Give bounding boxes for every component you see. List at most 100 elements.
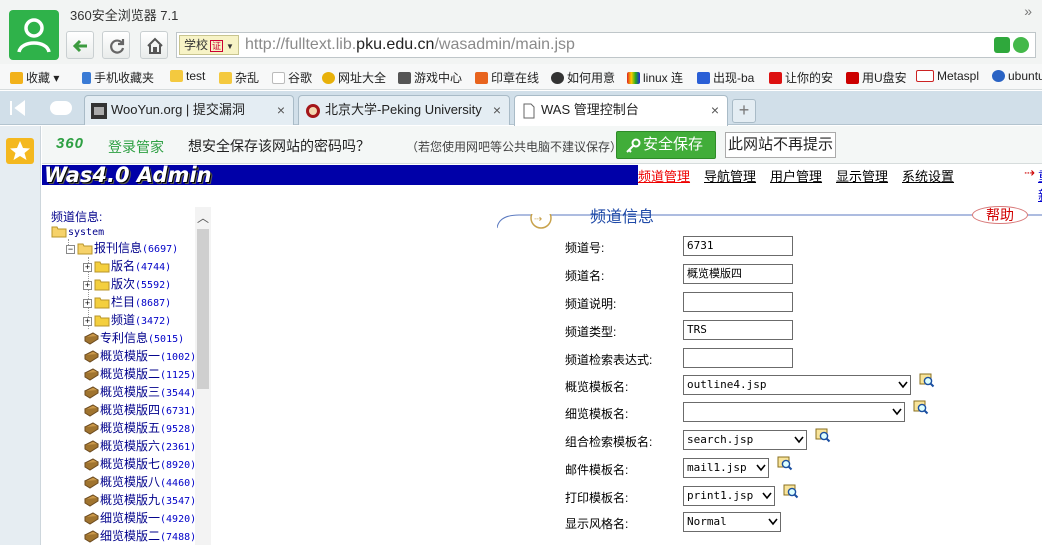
tree-child[interactable]: + 栏目(8687) xyxy=(83,293,171,311)
expand-icon[interactable]: + xyxy=(83,263,92,272)
tree-item[interactable]: 概览模版二(1125) xyxy=(83,365,196,383)
field-label: 概览模板名: xyxy=(565,380,629,394)
search-template-select[interactable]: search.jsp xyxy=(683,430,807,450)
magnifier-icon[interactable] xyxy=(919,373,935,389)
close-icon[interactable]: × xyxy=(277,96,285,124)
home-button[interactable] xyxy=(140,31,168,59)
hac-icon xyxy=(916,70,934,82)
tree-item[interactable]: 概览模版四(6731) xyxy=(83,401,196,419)
close-icon[interactable]: × xyxy=(711,96,719,124)
help-button[interactable]: 帮助 xyxy=(972,206,1028,224)
browser-logo xyxy=(9,10,59,60)
share-icon[interactable] xyxy=(994,37,1010,53)
menu-reload[interactable]: 重新 xyxy=(1038,166,1042,204)
field-label: 频道号: xyxy=(565,241,605,255)
tree-child[interactable]: + 频道(3472) xyxy=(83,311,171,329)
security-zone-badge[interactable]: 学校证 ▼ xyxy=(179,35,239,55)
password-manager-bar: 360 登录管家 想安全保存该网站的密码吗？ （若您使用网吧等公共电脑不建议保存… xyxy=(42,126,1042,164)
tab-was-admin[interactable]: WAS 管理控制台 × xyxy=(514,95,728,126)
bookmark-google[interactable]: 谷歌 xyxy=(272,69,312,86)
tree-group-journal[interactable]: − 报刊信息(6697) xyxy=(66,239,178,257)
menu-display-management[interactable]: 显示管理 xyxy=(836,166,888,185)
print-template-select[interactable]: print1.jsp xyxy=(683,486,775,506)
menu-channel-management[interactable]: 频道管理 xyxy=(638,166,690,185)
channel-name-input[interactable]: 概览模版四 xyxy=(683,264,793,284)
bookmark-howto[interactable]: 如何用意 xyxy=(551,69,615,86)
certificate-icon: 证 xyxy=(210,40,224,52)
new-tab-button[interactable]: + xyxy=(732,99,756,123)
tree-item[interactable]: 概览模版八(4460) xyxy=(83,473,196,491)
magnifier-icon[interactable] xyxy=(815,428,831,444)
pw-note: （若您使用网吧等公共电脑不建议保存） xyxy=(406,140,623,154)
mail-template-select[interactable]: mail1.jsp xyxy=(683,458,769,478)
tree-root-system[interactable]: system xyxy=(51,222,104,240)
tree-child[interactable]: + 版名(4744) xyxy=(83,257,171,275)
scrollbar-thumb[interactable] xyxy=(197,229,209,389)
channel-query-input[interactable] xyxy=(683,348,793,368)
tree-scrollbar[interactable] xyxy=(195,207,211,545)
cloud-icon[interactable] xyxy=(50,101,72,115)
bookmark-metasploit[interactable]: Metaspl xyxy=(916,69,979,83)
bookmark-misc[interactable]: 杂乱 xyxy=(219,69,259,86)
pku-favicon-icon xyxy=(306,104,320,118)
channel-id-input[interactable]: 6731 xyxy=(683,236,793,256)
menu-system-settings[interactable]: 系统设置 xyxy=(902,166,954,185)
tree-item[interactable]: 概览模版五(9528) xyxy=(83,419,196,437)
page-icon xyxy=(272,72,285,84)
was-header: Was4.0 Admin 频道管理 导航管理 用户管理 显示管理 系统设置 ⇢ … xyxy=(42,163,1042,203)
bookmark-baidu[interactable]: 出现-ba xyxy=(697,69,754,86)
close-icon[interactable]: × xyxy=(493,96,501,124)
tree-item[interactable]: 细览模版二(7488) xyxy=(83,527,196,545)
detail-template-select[interactable] xyxy=(683,402,905,422)
expand-icon[interactable]: + xyxy=(83,317,92,326)
favorites-star-button[interactable] xyxy=(6,138,34,164)
tree-item[interactable]: 专利信息(5015) xyxy=(83,329,184,347)
bookmark-favorites[interactable]: 收藏 ▾ xyxy=(10,69,59,86)
ie-compat-icon[interactable] xyxy=(1013,37,1029,53)
tab-wooyun[interactable]: WooYun.org | 提交漏洞 × xyxy=(84,95,294,125)
window-more-button[interactable]: » xyxy=(1024,3,1032,19)
magnifier-icon[interactable] xyxy=(777,456,793,472)
chevron-up-icon[interactable]: ︿ xyxy=(195,209,211,225)
bookmark-test[interactable]: test xyxy=(170,69,205,83)
folder-icon xyxy=(219,72,232,84)
svg-text:⇢: ⇢ xyxy=(534,214,542,225)
tree-item[interactable]: 概览模版九(3547) xyxy=(83,491,196,509)
save-password-button[interactable]: 安全保存 xyxy=(616,131,716,159)
bookmark-games[interactable]: 游戏中心 xyxy=(398,69,462,86)
bookmark-safe[interactable]: 让你的安 xyxy=(769,69,833,86)
style-select[interactable]: Normal xyxy=(683,512,781,532)
bookmark-sites[interactable]: 网址大全 xyxy=(322,69,386,86)
book-icon xyxy=(84,458,99,471)
outline-template-select[interactable]: outline4.jsp xyxy=(683,375,911,395)
tree-item[interactable]: 概览模版三(3544) xyxy=(83,383,196,401)
expand-icon[interactable]: + xyxy=(83,299,92,308)
tree-child[interactable]: + 版次(5592) xyxy=(83,275,171,293)
bookmark-mobile[interactable]: 手机收藏夹 xyxy=(82,69,154,86)
tab-pku[interactable]: 北京大学-Peking University × xyxy=(298,95,510,125)
magnifier-icon[interactable] xyxy=(913,400,929,416)
tree-item[interactable]: 概览模版七(8920) xyxy=(83,455,196,473)
back-button[interactable] xyxy=(66,31,94,59)
refresh-button[interactable] xyxy=(102,31,130,59)
channel-desc-input[interactable] xyxy=(683,292,793,312)
tab-strip: WooYun.org | 提交漏洞 × 北京大学-Peking Universit… xyxy=(0,91,1042,126)
tree-item[interactable]: 概览模版六(2361) xyxy=(83,437,196,455)
bookmark-linux[interactable]: linux 连 xyxy=(627,69,683,86)
bookmark-usb[interactable]: 用U盘安 xyxy=(846,69,907,86)
menu-navigation-management[interactable]: 导航管理 xyxy=(704,166,756,185)
menu-user-management[interactable]: 用户管理 xyxy=(770,166,822,185)
collapse-icon[interactable]: − xyxy=(66,245,75,254)
address-bar[interactable]: 学校证 ▼ http://fulltext.lib.pku.edu.cn/wasa… xyxy=(176,32,1036,58)
never-for-site-button[interactable]: 此网站不再提示 xyxy=(725,132,836,158)
tree-item[interactable]: 概览模版一(1002) xyxy=(83,347,196,365)
url-text[interactable]: http://fulltext.lib.pku.edu.cn/wasadmin/… xyxy=(245,36,575,54)
browser-titlebar: 360安全浏览器 7.1 » 学校证 ▼ http://fulltext.lib.… xyxy=(0,0,1042,64)
sidebar-toggle-icon[interactable] xyxy=(8,99,28,117)
expand-icon[interactable]: + xyxy=(83,281,92,290)
magnifier-icon[interactable] xyxy=(783,484,799,500)
bookmark-ubuntu[interactable]: ubuntu xyxy=(992,69,1042,83)
bookmark-seal[interactable]: 印章在线 xyxy=(475,69,539,86)
channel-type-input[interactable]: TRS xyxy=(683,320,793,340)
tree-item[interactable]: 细览模版一(4920) xyxy=(83,509,196,527)
